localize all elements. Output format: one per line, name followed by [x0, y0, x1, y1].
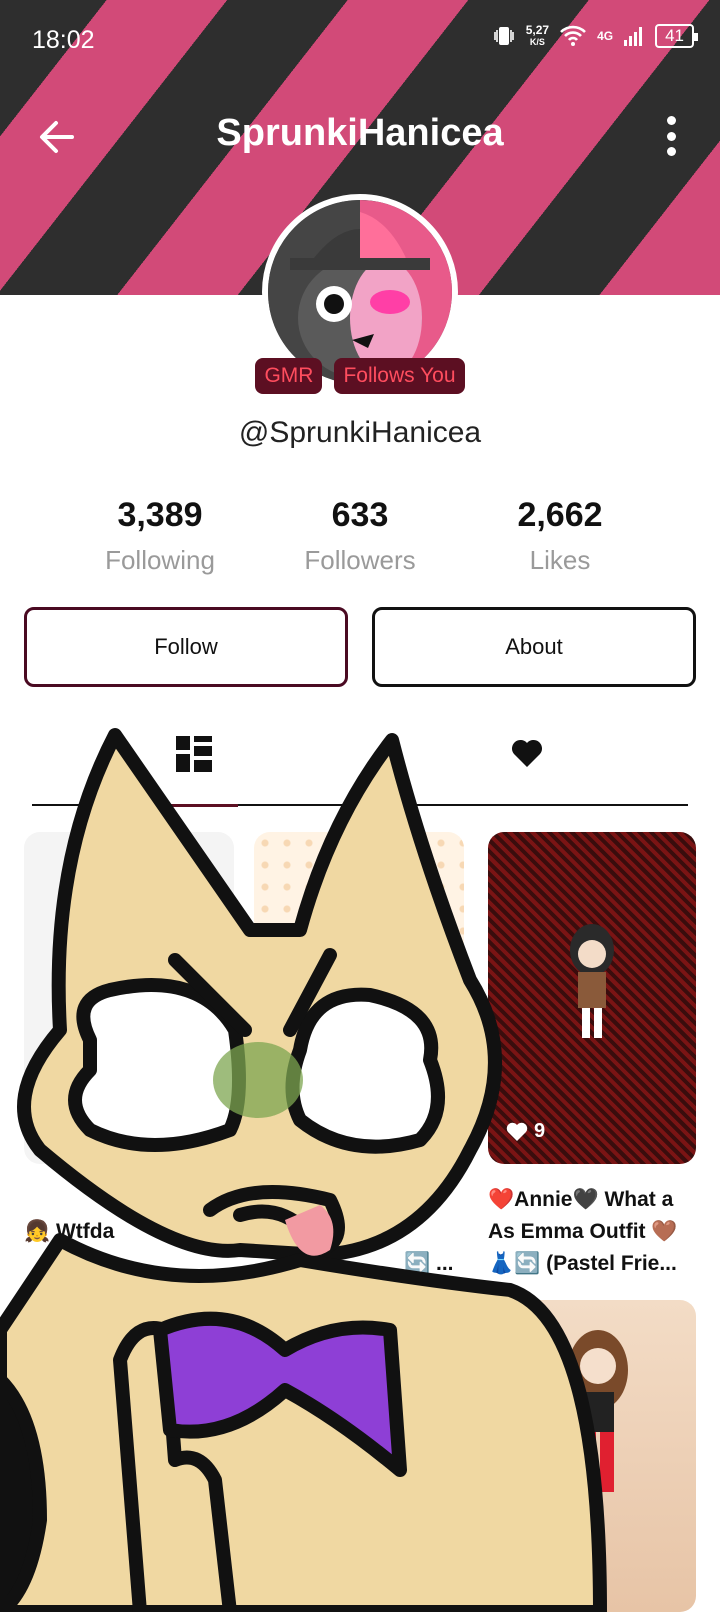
stat-likes[interactable]: 2,662 Likes [460, 496, 660, 576]
signal-icon [624, 27, 643, 46]
post-card[interactable] [24, 1300, 234, 1612]
vibrate-icon [493, 27, 514, 45]
status-bar: 18:02 5,27 K/S 4G 41 [0, 0, 720, 80]
post-caption: 🔄 ... [404, 1252, 454, 1275]
follow-button[interactable]: Follow [24, 607, 348, 687]
stat-followers-label: Followers [304, 545, 416, 575]
heart-icon [506, 1122, 528, 1141]
stat-following-value: 3,389 [117, 496, 203, 534]
about-button[interactable]: About [372, 607, 696, 687]
post-card[interactable] [24, 832, 234, 1164]
battery-indicator: 41 [655, 24, 698, 48]
post-thumbnail [568, 1330, 628, 1492]
network-type: 4G [597, 29, 614, 43]
profile-handle: @SprunkiHanicea [238, 416, 482, 449]
post-caption: ❤️Annie🖤 What a As Emma Outfit 🤎👗🔄 (Past… [488, 1188, 678, 1275]
net-speed-value: 5,27 [525, 23, 550, 37]
post-card[interactable] [488, 832, 696, 1164]
net-speed: 5,27 K/S [526, 24, 549, 48]
stat-following[interactable]: 3,389 Following [60, 496, 260, 576]
profile-tabs [32, 720, 688, 807]
post-card[interactable] [488, 1300, 696, 1612]
page-title: SprunkiHanicea [216, 112, 504, 154]
post-thumbnail [570, 924, 614, 1038]
stat-followers[interactable]: 633 Followers [260, 496, 460, 576]
status-icons: 5,27 K/S 4G 41 [492, 24, 698, 48]
status-time: 18:02 [32, 26, 95, 54]
post-likes: 9 [506, 1120, 545, 1143]
wifi-icon [560, 25, 586, 46]
post-likes-count: 9 [534, 1120, 546, 1142]
net-speed-unit: K/S [529, 37, 545, 47]
stat-likes-value: 2,662 [517, 496, 603, 534]
grid-icon[interactable] [176, 736, 212, 772]
active-tab-indicator [118, 804, 238, 807]
heart-icon[interactable] [510, 736, 544, 770]
stat-following-label: Following [105, 545, 215, 575]
badge-follows-you: Follows You [334, 358, 465, 394]
post-caption: 👧 Wtfda [24, 1220, 115, 1243]
more-options-icon[interactable] [664, 116, 678, 156]
stat-likes-label: Likes [529, 545, 591, 575]
profile-badges: GMR Follows You [0, 358, 720, 394]
post-card[interactable] [254, 832, 464, 1164]
stat-followers-value: 633 [331, 496, 389, 534]
badge-gmr: GMR [255, 358, 323, 394]
avatar-art [268, 200, 452, 384]
